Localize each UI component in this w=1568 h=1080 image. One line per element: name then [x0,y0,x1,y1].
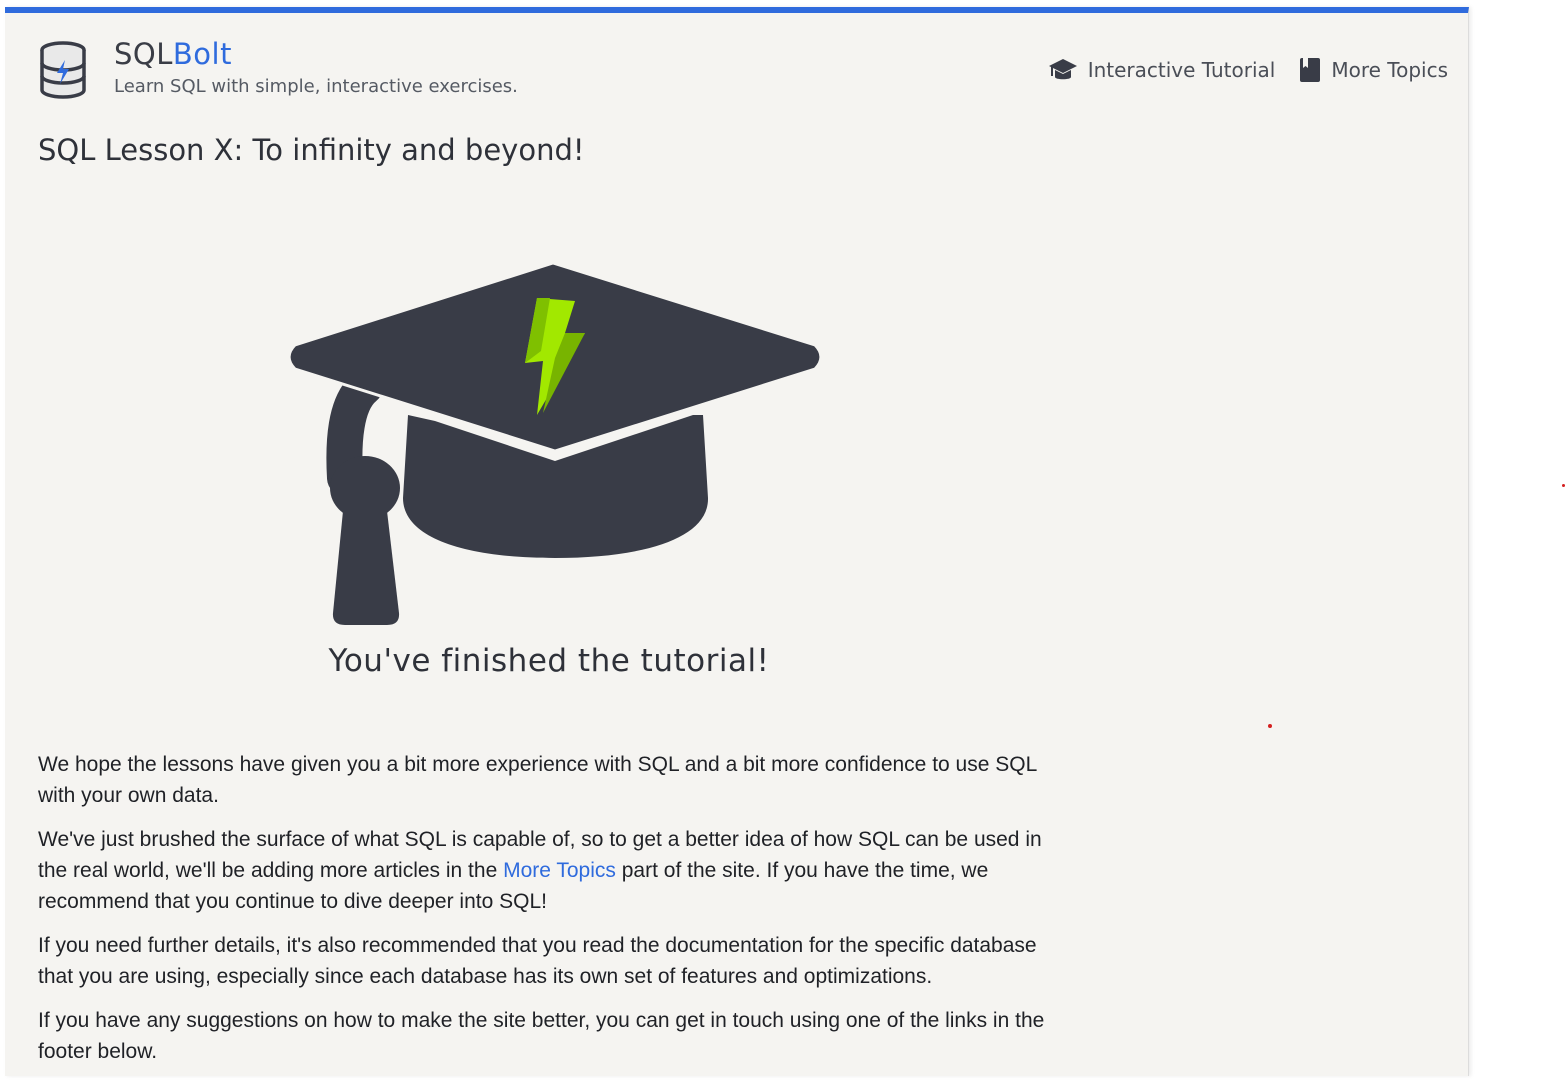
graduation-cap-illustration-icon [287,261,823,625]
marker-dot [1268,724,1272,728]
paragraph-4: If you have any suggestions on how to ma… [38,1009,1045,1063]
lesson-content: We hope the lessons have given you a bit… [38,749,1068,1080]
finished-heading: You've finished the tutorial! [328,643,770,679]
tagline: Learn SQL with simple, interactive exerc… [114,76,518,97]
database-logo-icon[interactable] [38,40,88,100]
paragraph-2: We've just brushed the surface of what S… [38,824,1068,917]
brand-sql-text: SQL [114,37,173,71]
page-container: SQLBolt Learn SQL with simple, interacti… [5,7,1469,1076]
graduation-cap-icon [1048,59,1077,80]
paragraph-1: We hope the lessons have given you a bit… [38,753,1037,807]
nav-more-topics-label: More Topics [1331,58,1448,82]
nav-interactive-tutorial[interactable]: Interactive Tutorial [1048,57,1276,83]
more-topics-link[interactable]: More Topics [503,859,616,882]
paragraph-3: If you need further details, it's also r… [38,934,1037,988]
nav-interactive-tutorial-label: Interactive Tutorial [1087,58,1276,82]
book-icon [1300,58,1321,82]
lesson-title: SQL Lesson X: To infinity and beyond! [38,133,585,167]
marker-dot [1562,484,1565,487]
top-nav: Interactive Tutorial More Topics [1048,57,1448,83]
nav-more-topics[interactable]: More Topics [1299,57,1448,83]
brand-title[interactable]: SQLBolt [114,37,232,71]
brand-bolt-text: Bolt [172,37,232,71]
